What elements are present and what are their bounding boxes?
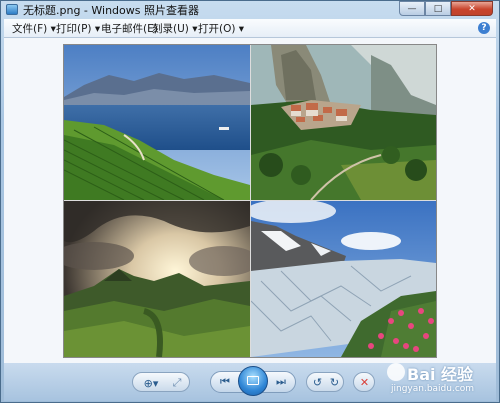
- watermark-brand: Bai 经验: [407, 365, 474, 384]
- image-display-area: [4, 38, 496, 363]
- help-icon[interactable]: ?: [478, 22, 490, 34]
- cliff-village-tile: [251, 45, 436, 200]
- valley-clouds-tile: [64, 201, 250, 357]
- zoom-icon[interactable]: ⊕▾: [138, 376, 164, 390]
- rotate-ccw-icon[interactable]: ↺: [310, 375, 325, 390]
- minimize-icon: —: [407, 3, 417, 14]
- zoom-group: ⊕▾ ⤢: [132, 372, 190, 392]
- delete-icon: ✕: [359, 376, 370, 389]
- next-icon[interactable]: ⏭: [271, 375, 291, 389]
- menu-file[interactable]: 文件(F) ▾: [12, 21, 56, 36]
- previous-icon[interactable]: ⏮: [215, 375, 235, 389]
- photo-viewer-window: 无标题.png - Windows 照片查看器 — □ ✕ 文件(F) ▾ 打印…: [0, 0, 500, 403]
- menu-email[interactable]: 电子邮件(E): [101, 21, 158, 36]
- photo-viewer-app-icon: [6, 4, 18, 15]
- menu-print[interactable]: 打印(P) ▾: [56, 21, 100, 36]
- window-controls: — □ ✕: [399, 1, 493, 16]
- close-icon: ✕: [468, 3, 476, 14]
- rotate-cw-icon[interactable]: ↻: [327, 375, 342, 390]
- slideshow-button[interactable]: [238, 366, 268, 396]
- menu-open[interactable]: 打开(O) ▾: [198, 21, 244, 36]
- watermark-url: jingyan.baidu.com: [391, 384, 475, 394]
- maximize-button[interactable]: □: [425, 1, 451, 16]
- menu-burn[interactable]: 刻录(U) ▾: [152, 21, 198, 36]
- actual-size-icon[interactable]: ⤢: [169, 376, 185, 390]
- menu-bar: 文件(F) ▾ 打印(P) ▾ 电子邮件(E) 刻录(U) ▾ 打开(O) ▾ …: [4, 19, 496, 38]
- baidu-paw-icon: [387, 363, 405, 381]
- maximize-icon: □: [433, 3, 443, 14]
- rotate-group: ↺ ↻: [306, 372, 344, 392]
- slideshow-icon: [247, 376, 259, 385]
- window-title: 无标题.png - Windows 照片查看器: [23, 4, 199, 17]
- glacier-flowers-tile: [251, 201, 436, 357]
- vineyard-lake-tile: [64, 45, 250, 200]
- minimize-button[interactable]: —: [399, 1, 425, 16]
- baidu-jingyan-watermark: Bai 经验 jingyan.baidu.com: [385, 361, 495, 401]
- delete-button[interactable]: ✕: [353, 372, 375, 392]
- title-bar[interactable]: 无标题.png - Windows 照片查看器 — □ ✕: [1, 1, 499, 19]
- close-button[interactable]: ✕: [451, 1, 493, 16]
- displayed-image[interactable]: [63, 44, 437, 358]
